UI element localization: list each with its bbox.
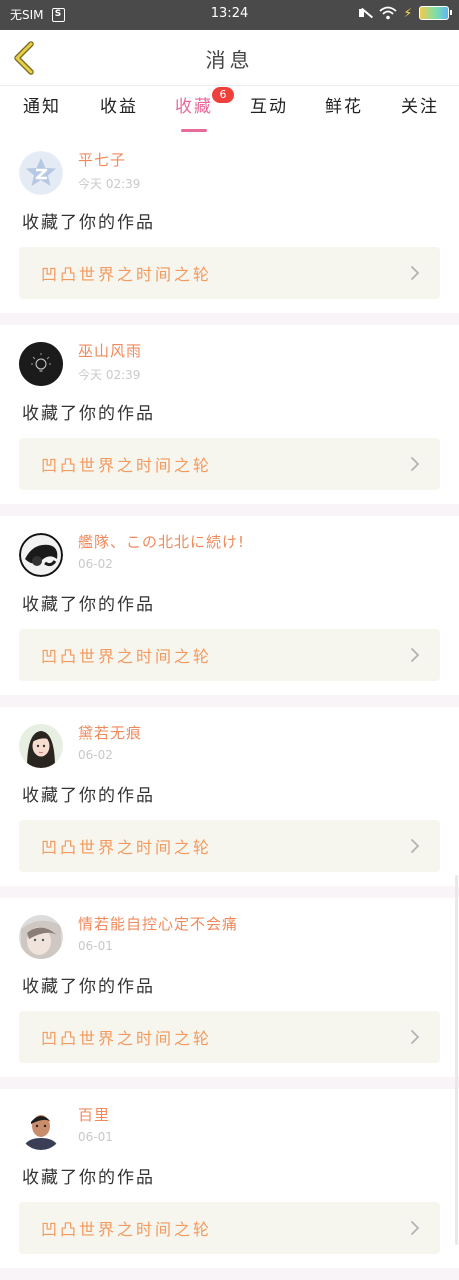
avatar[interactable]: [19, 342, 63, 386]
username[interactable]: 百里: [78, 1104, 110, 1125]
username[interactable]: 黛若无痕: [78, 722, 142, 743]
work-title: 凹凸世界之时间之轮: [41, 265, 213, 284]
work-link[interactable]: 凹凸世界之时间之轮: [19, 629, 440, 681]
divider: [0, 1077, 459, 1089]
portrait-avatar-icon: [19, 915, 63, 959]
work-title: 凹凸世界之时间之轮: [41, 647, 213, 666]
avatar[interactable]: [19, 724, 63, 768]
tab-bar: 通知 收益 收藏 6 互动 鲜花 关注: [0, 86, 459, 134]
tab-label: 通知: [23, 97, 61, 117]
avatar[interactable]: [19, 1106, 63, 1150]
active-tab-indicator: [181, 129, 207, 132]
divider: [0, 504, 459, 516]
charging-icon: ⚡: [403, 6, 412, 20]
notification-item: 黛若无痕 06-02 收藏了你的作品 凹凸世界之时间之轮: [0, 707, 459, 886]
divider: [0, 886, 459, 898]
status-bar: 无SIM S 13:24 ⚡: [0, 0, 459, 30]
header: 消息: [0, 30, 459, 86]
divider: [0, 313, 459, 325]
tab-follows[interactable]: 关注: [398, 92, 442, 132]
scrollbar[interactable]: [455, 875, 458, 1245]
action-text: 收藏了你的作品: [22, 213, 155, 233]
work-link[interactable]: 凹凸世界之时间之轮: [19, 820, 440, 872]
avatar[interactable]: [19, 915, 63, 959]
username[interactable]: 平七子: [78, 149, 126, 170]
chevron-right-icon: [411, 648, 420, 662]
username[interactable]: 艦隊、この北北に続け!: [78, 531, 245, 552]
work-title: 凹凸世界之时间之轮: [41, 456, 213, 475]
portrait-avatar-icon: [19, 724, 63, 768]
timestamp: 今天 02:39: [78, 177, 141, 191]
action-text: 收藏了你的作品: [22, 977, 155, 997]
avatar[interactable]: [19, 151, 63, 195]
tab-label: 鲜花: [325, 97, 363, 117]
username[interactable]: 巫山风雨: [78, 340, 142, 361]
work-link[interactable]: 凹凸世界之时间之轮: [19, 247, 440, 299]
notification-item: 情若能自控心定不会痛 06-01 收藏了你的作品 凹凸世界之时间之轮: [0, 898, 459, 1077]
default-avatar-icon: [20, 152, 62, 194]
tab-interactions[interactable]: 互动: [247, 92, 291, 132]
tab-label: 收藏: [175, 97, 213, 117]
chevron-right-icon: [411, 1221, 420, 1235]
tab-earnings[interactable]: 收益: [97, 92, 141, 132]
chevron-right-icon: [411, 457, 420, 471]
avatar[interactable]: [19, 533, 63, 577]
tab-label: 互动: [250, 97, 288, 117]
notification-item: 平七子 今天 02:39 收藏了你的作品 凹凸世界之时间之轮: [0, 134, 459, 313]
work-link[interactable]: 凹凸世界之时间之轮: [19, 1202, 440, 1254]
battery-icon: [419, 6, 452, 20]
work-title: 凹凸世界之时间之轮: [41, 1220, 213, 1239]
chevron-right-icon: [411, 839, 420, 853]
tab-notifications[interactable]: 通知: [20, 92, 64, 132]
tab-flowers[interactable]: 鲜花: [322, 92, 366, 132]
timestamp: 06-01: [78, 939, 113, 953]
photo-avatar-icon: [19, 1106, 63, 1150]
timestamp: 今天 02:39: [78, 368, 141, 382]
wifi-icon: [378, 6, 397, 20]
notification-item: 巫山风雨 今天 02:39 收藏了你的作品 凹凸世界之时间之轮: [0, 325, 459, 504]
work-title: 凹凸世界之时间之轮: [41, 838, 213, 857]
action-text: 收藏了你的作品: [22, 404, 155, 424]
chevron-right-icon: [411, 1030, 420, 1044]
timestamp: 06-01: [78, 1130, 113, 1144]
action-text: 收藏了你的作品: [22, 595, 155, 615]
work-title: 凹凸世界之时间之轮: [41, 1029, 213, 1048]
chevron-right-icon: [411, 266, 420, 280]
timestamp: 06-02: [78, 557, 113, 571]
divider: [0, 1268, 459, 1280]
tab-favorites[interactable]: 收藏 6: [172, 87, 234, 132]
timestamp: 06-02: [78, 748, 113, 762]
tab-label: 关注: [401, 97, 439, 117]
lightbulb-avatar-icon: [19, 342, 63, 386]
mute-icon: [358, 6, 372, 20]
username[interactable]: 情若能自控心定不会痛: [78, 913, 238, 934]
action-text: 收藏了你的作品: [22, 786, 155, 806]
work-link[interactable]: 凹凸世界之时间之轮: [19, 1011, 440, 1063]
page-title: 消息: [205, 48, 254, 72]
notification-item: 艦隊、この北北に続け! 06-02 收藏了你的作品 凹凸世界之时间之轮: [0, 516, 459, 695]
notification-item: 百里 06-01 收藏了你的作品 凹凸世界之时间之轮: [0, 1089, 459, 1268]
action-text: 收藏了你的作品: [22, 1168, 155, 1188]
anime-avatar-icon: [19, 533, 63, 577]
divider: [0, 695, 459, 707]
unread-badge: 6: [212, 87, 234, 103]
work-link[interactable]: 凹凸世界之时间之轮: [19, 438, 440, 490]
tab-label: 收益: [100, 97, 138, 117]
